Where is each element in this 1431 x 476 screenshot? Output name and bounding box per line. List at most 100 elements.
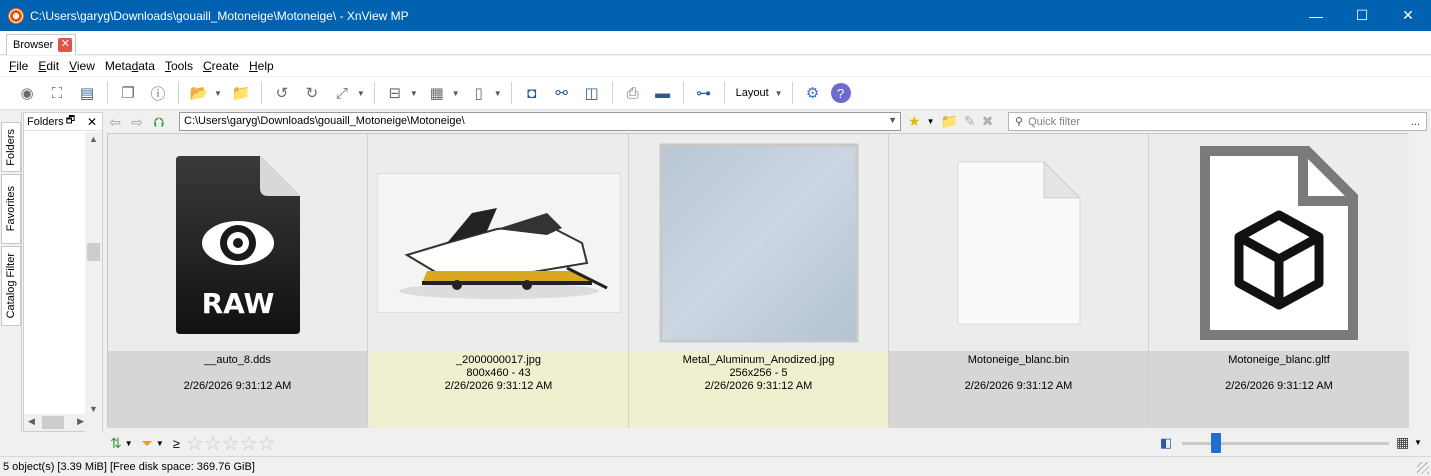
- sort-arrows-icon[interactable]: ⇅: [110, 435, 122, 452]
- thumbnail-size-dropdown-icon[interactable]: ▼: [410, 89, 418, 98]
- quick-filter-input[interactable]: ⚲ Quick filter ...: [1008, 112, 1427, 131]
- file-thumbnail[interactable]: _2000000017.jpg 800x460 - 43 2/26/2026 9…: [369, 134, 629, 428]
- scroll-down-icon[interactable]: ▼: [85, 404, 102, 414]
- grid-view-dropdown-icon[interactable]: ▼: [1414, 438, 1422, 447]
- delete-x-icon[interactable]: ✖: [982, 113, 994, 130]
- scanner-icon[interactable]: ▬: [651, 81, 675, 105]
- tab-browser[interactable]: Browser ✕: [6, 34, 77, 55]
- file-caption: __auto_8.dds 2/26/2026 9:31:12 AM: [108, 351, 367, 428]
- rating-stars-filter[interactable]: ☆☆☆☆☆: [186, 431, 276, 456]
- close-pane-icon[interactable]: ✕: [87, 115, 97, 129]
- maximize-button[interactable]: ☐: [1339, 0, 1385, 31]
- back-arrow-icon[interactable]: ⇦: [104, 114, 126, 131]
- folders-horizontal-scrollbar[interactable]: ◀ ▶: [24, 414, 86, 431]
- file-thumbnail[interactable]: RAW __auto_8.dds 2/26/2026 9:31:12 AM: [108, 134, 368, 428]
- file-thumbnail[interactable]: Motoneige_blanc.bin 2/26/2026 9:31:12 AM: [889, 134, 1149, 428]
- small-thumbnails-icon[interactable]: ◧: [1160, 435, 1172, 451]
- scroll-up-icon[interactable]: ▲: [85, 134, 102, 144]
- address-actions: ★ ▼ 📁 ✎ ✖: [905, 112, 996, 131]
- scroll-thumb[interactable]: [87, 243, 100, 261]
- file-date: 2/26/2026 9:31:12 AM: [444, 380, 553, 392]
- sort-icon[interactable]: ▯: [467, 81, 491, 105]
- file-info: [108, 367, 367, 380]
- folders-pane-title: Folders: [27, 115, 64, 128]
- scroll-right-icon[interactable]: ▶: [77, 416, 84, 427]
- view-mode-icon[interactable]: ▦: [425, 81, 449, 105]
- grid-view-icon[interactable]: ▦: [1396, 434, 1409, 451]
- path-input[interactable]: C:\Users\garyg\Downloads\gouaill_Motonei…: [179, 112, 901, 131]
- settings-gear-icon[interactable]: ⚙: [801, 81, 825, 105]
- file-name: Metal_Aluminum_Anodized.jpg: [682, 354, 835, 366]
- tab-close-icon[interactable]: ✕: [58, 38, 73, 52]
- sort-dropdown-icon[interactable]: ▼: [494, 89, 502, 98]
- sidetab-folders[interactable]: Folders: [1, 122, 21, 172]
- toolbar-separator: [107, 82, 108, 104]
- filter-options-button[interactable]: ...: [1411, 116, 1420, 128]
- favorite-star-icon[interactable]: ★: [908, 113, 921, 130]
- folders-pane: Folders 🗗 ✕ ▲ ▼ ◀ ▶: [23, 112, 103, 432]
- menu-tools[interactable]: Tools: [160, 59, 198, 73]
- print-icon[interactable]: ⎙: [621, 81, 645, 105]
- menu-create[interactable]: Create: [198, 59, 244, 73]
- status-bar: 5 object(s) [3.39 MiB] [Free disk space:…: [0, 456, 1431, 476]
- file-thumbnail[interactable]: Motoneige_blanc.gltf 2/26/2026 9:31:12 A…: [1149, 134, 1409, 428]
- menu-metadata[interactable]: Metadata: [100, 59, 160, 73]
- up-folder-icon[interactable]: ⮉: [148, 114, 170, 131]
- slideshow-icon[interactable]: ▤: [75, 81, 99, 105]
- rating-operator[interactable]: ≥: [173, 436, 180, 451]
- compare-icon[interactable]: ◫: [580, 81, 604, 105]
- status-text: 5 object(s) [3.39 MiB] [Free disk space:…: [3, 460, 255, 473]
- file-name: Motoneige_blanc.bin: [967, 354, 1070, 366]
- open-folder-dropdown-icon[interactable]: ▼: [214, 89, 222, 98]
- favorite-dropdown-icon[interactable]: ▼: [927, 117, 935, 126]
- hscroll-thumb[interactable]: [42, 416, 64, 429]
- open-folder-icon[interactable]: 📂: [187, 81, 211, 105]
- layout-dropdown-icon[interactable]: ▼: [775, 89, 783, 98]
- toolbar-separator: [611, 82, 613, 104]
- camera-import-icon[interactable]: ◉: [15, 81, 39, 105]
- binoculars-search-icon[interactable]: ⚯: [550, 81, 574, 105]
- scroll-left-icon[interactable]: ◀: [28, 416, 35, 427]
- new-folder-icon[interactable]: 📁: [940, 113, 957, 130]
- path-dropdown-icon[interactable]: ▼: [888, 115, 897, 125]
- sort-dropdown-icon[interactable]: ▼: [125, 439, 133, 448]
- thumbnail-image: [629, 134, 888, 351]
- file-thumbnail[interactable]: Metal_Aluminum_Anodized.jpg 256x256 - 5 …: [629, 134, 889, 428]
- properties-icon[interactable]: ⓘ: [146, 81, 170, 105]
- menu-help[interactable]: Help: [244, 59, 279, 73]
- side-tab-strip: Folders Favorites Catalog Filter: [0, 112, 22, 432]
- rotate-left-icon[interactable]: ↺: [270, 81, 294, 105]
- copy-icon[interactable]: ❐: [116, 81, 140, 105]
- move-to-folder-icon[interactable]: 📁: [229, 81, 253, 105]
- menu-view[interactable]: View: [64, 59, 100, 73]
- resize-grip[interactable]: [1417, 462, 1429, 474]
- layout-dropdown[interactable]: Layout: [736, 87, 769, 99]
- menu-file[interactable]: File: [4, 59, 33, 73]
- forward-arrow-icon[interactable]: ⇨: [126, 114, 148, 131]
- help-icon[interactable]: ?: [830, 83, 851, 103]
- thumbnail-size-icon[interactable]: ⊟: [383, 81, 407, 105]
- thumbnail-zoom-slider[interactable]: [1211, 433, 1221, 453]
- rename-pen-icon[interactable]: ✎: [964, 113, 976, 130]
- sidetab-catalog-filter[interactable]: Catalog Filter: [1, 246, 21, 326]
- close-window-button[interactable]: ✕: [1385, 0, 1431, 31]
- screen-capture-icon[interactable]: ◘: [520, 81, 544, 105]
- transform-icon[interactable]: ⤢: [330, 81, 354, 105]
- transform-dropdown-icon[interactable]: ▼: [357, 89, 365, 98]
- file-caption: _2000000017.jpg 800x460 - 43 2/26/2026 9…: [369, 351, 628, 428]
- xnview-app-icon: [8, 7, 24, 24]
- undock-icon[interactable]: 🗗: [66, 113, 75, 130]
- minimize-button[interactable]: —: [1293, 0, 1339, 31]
- file-info: 256x256 - 5: [729, 367, 788, 379]
- filter-dropdown-icon[interactable]: ▼: [156, 439, 164, 448]
- filter-funnel-icon[interactable]: ⏷: [142, 435, 153, 452]
- view-mode-dropdown-icon[interactable]: ▼: [452, 89, 460, 98]
- rotate-right-icon[interactable]: ↻: [300, 81, 324, 105]
- sidetab-favorites[interactable]: Favorites: [1, 174, 21, 244]
- bottom-toolbar: ⇅ ▼ ⏷ ▼ ≥ ☆☆☆☆☆ ◧ ▦ ▼: [104, 431, 1431, 456]
- tree-structure-icon[interactable]: ⊶: [692, 81, 716, 105]
- folders-vertical-scrollbar[interactable]: ▲ ▼: [85, 132, 102, 432]
- path-text: C:\Users\garyg\Downloads\gouaill_Motonei…: [184, 115, 465, 127]
- fullscreen-icon[interactable]: ⛶: [45, 81, 69, 105]
- menu-edit[interactable]: Edit: [33, 59, 64, 73]
